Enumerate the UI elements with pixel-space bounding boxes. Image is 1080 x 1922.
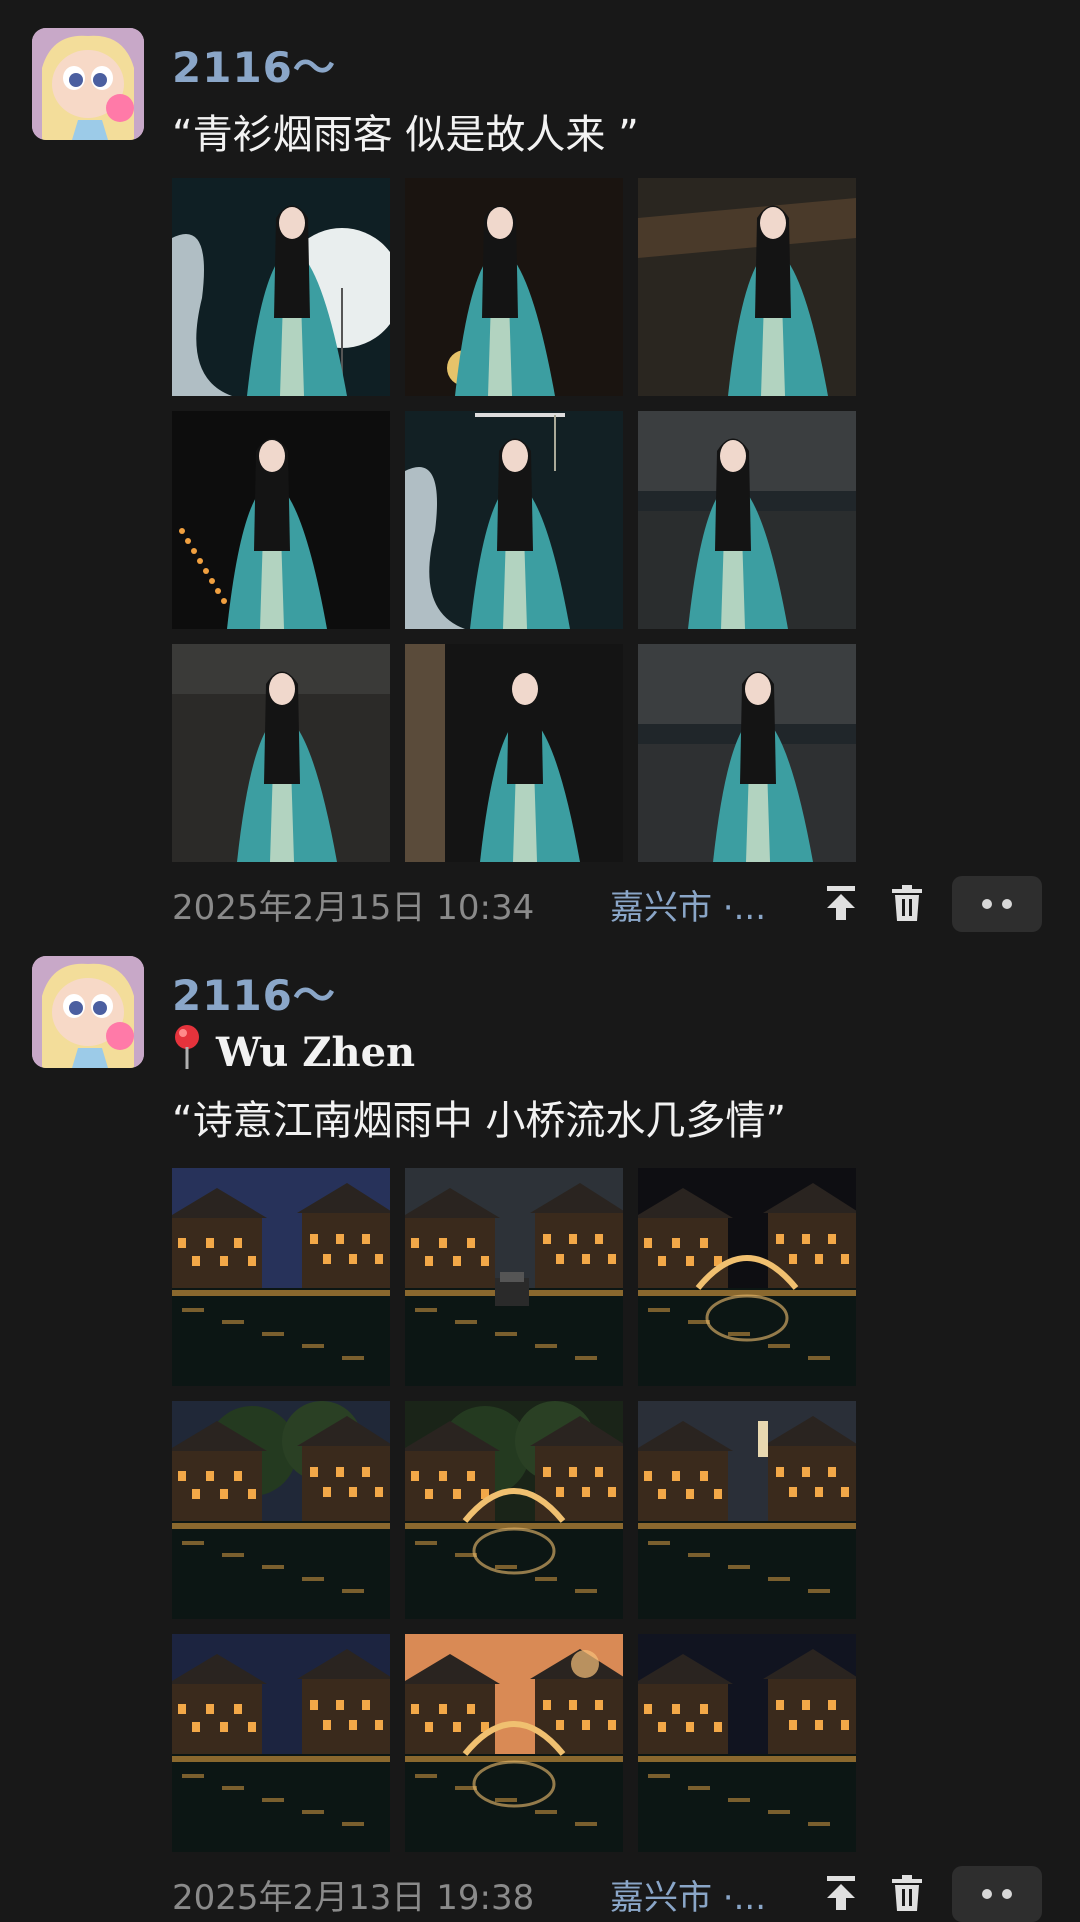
post-location[interactable]: 嘉兴市 ·... (610, 1870, 766, 1919)
wuzhen-bridge-photo[interactable] (638, 1168, 856, 1386)
post-caption: “诗意江南烟雨中 小桥流水几多情” (172, 1098, 787, 1144)
post-footer: 2025年2月15日 10:34 嘉兴市 ·... (172, 876, 1042, 932)
photo-grid (172, 178, 856, 862)
pin-to-top-icon[interactable] (816, 1868, 866, 1918)
hanfu-umbrella-pose-photo[interactable] (405, 411, 623, 629)
hanfu-fan-lantern-photo[interactable] (405, 178, 623, 396)
more-options-button[interactable] (952, 876, 1042, 932)
post-footer: 2025年2月13日 19:38 嘉兴市 ·... (172, 1866, 1042, 1922)
wuzhen-willow-canal-photo[interactable] (172, 1401, 390, 1619)
more-options-button[interactable] (952, 1866, 1042, 1922)
hanfu-house-photo[interactable] (638, 644, 856, 862)
hanfu-lantern-night-photo[interactable] (172, 411, 390, 629)
username[interactable]: 2116～ (172, 34, 336, 95)
post-date: 2025年2月13日 19:38 (172, 1878, 535, 1918)
trash-icon[interactable] (882, 878, 932, 928)
moment-post: 2116～ “青衫烟雨客 似是故人来 ” 2025年2月15日 10:34 嘉兴… (0, 28, 1080, 932)
hanfu-boat-photo[interactable] (405, 644, 623, 862)
wuzhen-arch-bridge-photo[interactable] (405, 1401, 623, 1619)
dot-icon (982, 899, 992, 909)
wuzhen-sunset-bridge-photo[interactable] (405, 1634, 623, 1852)
hanfu-sitting-photo[interactable] (172, 644, 390, 862)
pin-to-top-icon[interactable] (816, 878, 866, 928)
moment-post: 2116～ Wu Zhen “诗意江南烟雨中 小桥流水几多情” 2025年2月1… (0, 956, 1080, 1922)
dot-icon (1002, 899, 1012, 909)
wuzhen-canal-boat-photo[interactable] (405, 1168, 623, 1386)
location-pin-icon (172, 1023, 202, 1081)
photo-grid (172, 1168, 856, 1852)
location-tag[interactable]: Wu Zhen (172, 1022, 415, 1082)
hanfu-street-photo[interactable] (638, 411, 856, 629)
wuzhen-houses-night-photo[interactable] (172, 1168, 390, 1386)
post-date: 2025年2月15日 10:34 (172, 888, 535, 928)
hanfu-railing-photo[interactable] (638, 178, 856, 396)
dot-icon (1002, 1889, 1012, 1899)
avatar[interactable] (32, 956, 144, 1068)
post-location[interactable]: 嘉兴市 ·... (610, 880, 766, 929)
wuzhen-night-street-photo[interactable] (638, 1634, 856, 1852)
wuzhen-riverside-photo[interactable] (172, 1634, 390, 1852)
hanfu-umbrella-lake-photo[interactable] (172, 178, 390, 396)
trash-icon[interactable] (882, 1868, 932, 1918)
post-caption: “青衫烟雨客 似是故人来 ” (172, 112, 639, 158)
dot-icon (982, 1889, 992, 1899)
location-tag-label: Wu Zhen (216, 1028, 416, 1076)
username[interactable]: 2116～ (172, 962, 336, 1023)
wuzhen-pagoda-canal-photo[interactable] (638, 1401, 856, 1619)
avatar[interactable] (32, 28, 144, 140)
